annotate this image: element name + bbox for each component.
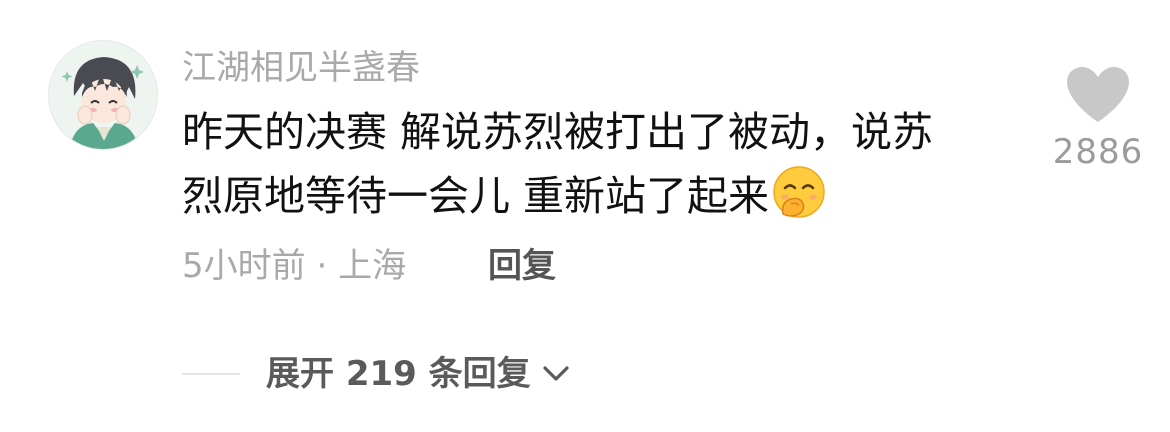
avatar-illustration — [49, 41, 157, 149]
comment-text-line-2-wrapper: 烈原地等待一会儿 重新站了起来 — [182, 164, 1022, 228]
comment-location: 上海 — [338, 246, 407, 286]
comment-text-line-2: 烈原地等待一会儿 重新站了起来 — [182, 172, 770, 220]
comment-meta: 5小时前 · 上海 — [182, 244, 406, 288]
smirk-hand-over-mouth-emoji-icon — [771, 164, 827, 220]
like-count: 2886 — [1052, 132, 1144, 172]
user-avatar[interactable] — [48, 40, 158, 150]
like-button[interactable]: 2886 — [1050, 66, 1146, 172]
expand-divider — [182, 373, 240, 375]
meta-separator: · — [316, 246, 328, 286]
chevron-down-icon — [543, 366, 569, 381]
comment-username[interactable]: 江湖相见半盏春 — [182, 46, 420, 90]
expand-replies-label: 展开 219 条回复 — [266, 354, 531, 394]
reply-button[interactable]: 回复 — [488, 244, 556, 288]
comment-text: 昨天的决赛 解说苏烈被打出了被动，说苏 烈原地等待一会儿 重新站了起来 — [182, 100, 1022, 228]
comment-time: 5小时前 — [182, 246, 306, 286]
expand-replies-button[interactable]: 展开 219 条回复 — [182, 350, 571, 398]
comment-text-line-1: 昨天的决赛 解说苏烈被打出了被动，说苏 — [182, 108, 934, 156]
heart-icon — [1067, 67, 1129, 122]
